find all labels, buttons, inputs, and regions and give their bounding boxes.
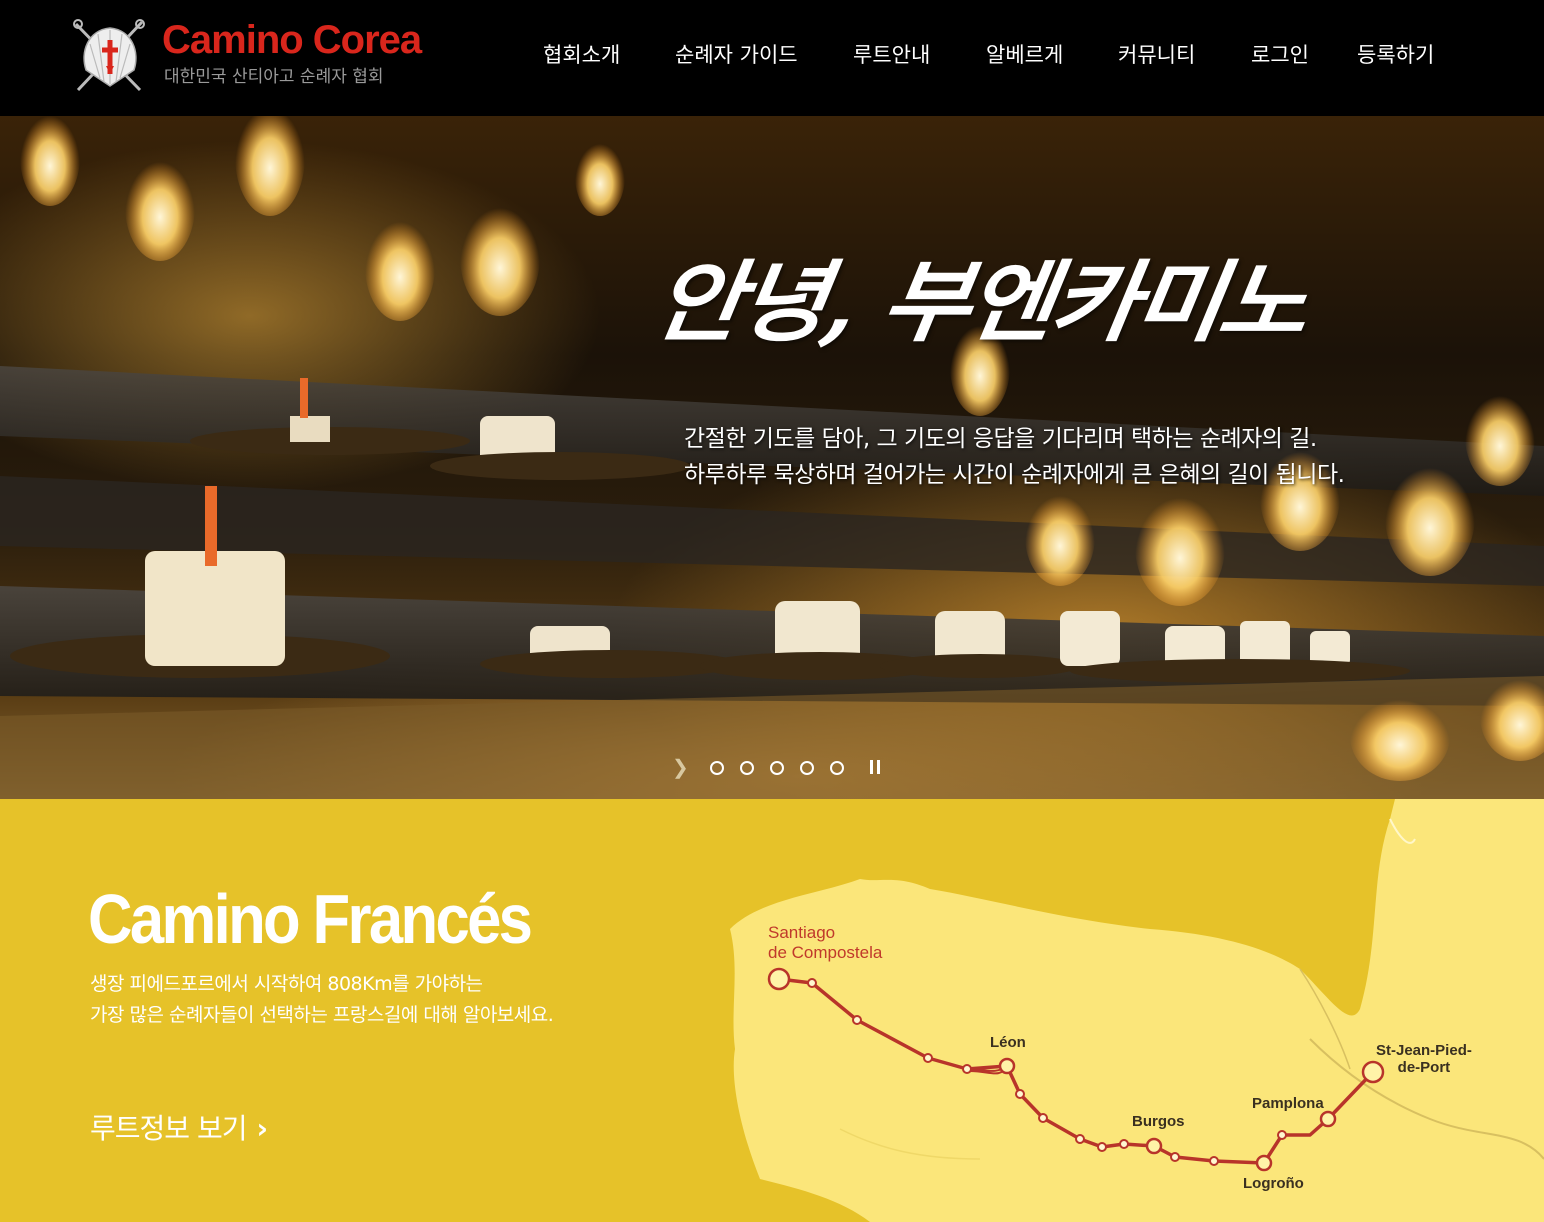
nav-register[interactable]: 등록하기 [1357, 38, 1434, 72]
route-info-link[interactable]: 루트정보 보기 › [90, 1107, 268, 1147]
slider-controls: ❯ [672, 756, 892, 780]
route-section: Santiago de Compostela Léon Burgos Pampl… [0, 799, 1544, 1222]
slide-dot-5[interactable] [830, 761, 844, 775]
nav-albergue[interactable]: 알베르게 [986, 38, 1063, 72]
pause-icon[interactable] [870, 760, 882, 776]
nav-routes[interactable]: 루트안내 [853, 38, 930, 72]
slide-dot-1[interactable] [710, 761, 724, 775]
hero-slider: 안녕, 부엔카미노 간절한 기도를 담아, 그 기도의 응답을 기다리며 택하는… [0, 116, 1544, 799]
route-desc-line2: 가장 많은 순례자들이 선택하는 프랑스길에 대해 알아보세요. [90, 1004, 554, 1026]
route-desc-line1: 생장 피에드포르에서 시작하여 808Km를 가야하는 [90, 973, 483, 995]
nav-pilgrim-guide[interactable]: 순례자 가이드 [675, 38, 798, 72]
nav-about[interactable]: 협회소개 [543, 38, 620, 72]
route-description: 생장 피에드포르에서 시작하여 808Km를 가야하는 가장 많은 순례자들이 … [90, 969, 554, 1031]
slide-dot-4[interactable] [800, 761, 814, 775]
chevron-right-icon: › [256, 1112, 268, 1145]
chevron-right-icon[interactable]: ❯ [672, 756, 689, 780]
main-nav: 협회소개 순례자 가이드 루트안내 알베르게 커뮤니티 로그인 등록하기 [0, 38, 1544, 72]
hero-desc-line2: 하루하루 묵상하며 걸어가는 시간이 순례자에게 큰 은혜의 길이 됩니다. [684, 462, 1345, 488]
map-label-leon: Léon [990, 1034, 1026, 1051]
map-label-pamplona: Pamplona [1252, 1095, 1324, 1112]
slide-dot-2[interactable] [740, 761, 754, 775]
hero-description: 간절한 기도를 담아, 그 기도의 응답을 기다리며 택하는 순례자의 길. 하… [684, 421, 1345, 493]
nav-login[interactable]: 로그인 [1251, 38, 1309, 72]
map-label-santiago: Santiago de Compostela [768, 923, 883, 962]
map-label-burgos: Burgos [1132, 1113, 1185, 1130]
hero-desc-line1: 간절한 기도를 담아, 그 기도의 응답을 기다리며 택하는 순례자의 길. [684, 426, 1317, 452]
route-title: Camino Francés [88, 880, 533, 958]
hero-title: 안녕, 부엔카미노 [648, 231, 1385, 361]
hero-title-text: 안녕, 부엔카미노 [647, 250, 1312, 355]
map-label-st-jean: St-Jean-Pied- de-Port [1376, 1042, 1472, 1076]
slide-dot-3[interactable] [770, 761, 784, 775]
route-info-link-label: 루트정보 보기 [90, 1112, 247, 1145]
nav-community[interactable]: 커뮤니티 [1118, 38, 1195, 72]
map-land [730, 799, 1544, 1222]
site-header: Camino Corea 대한민국 산티아고 순례자 협회 협회소개 순례자 가… [0, 0, 1544, 116]
map-label-logrono: Logroño [1243, 1175, 1304, 1192]
